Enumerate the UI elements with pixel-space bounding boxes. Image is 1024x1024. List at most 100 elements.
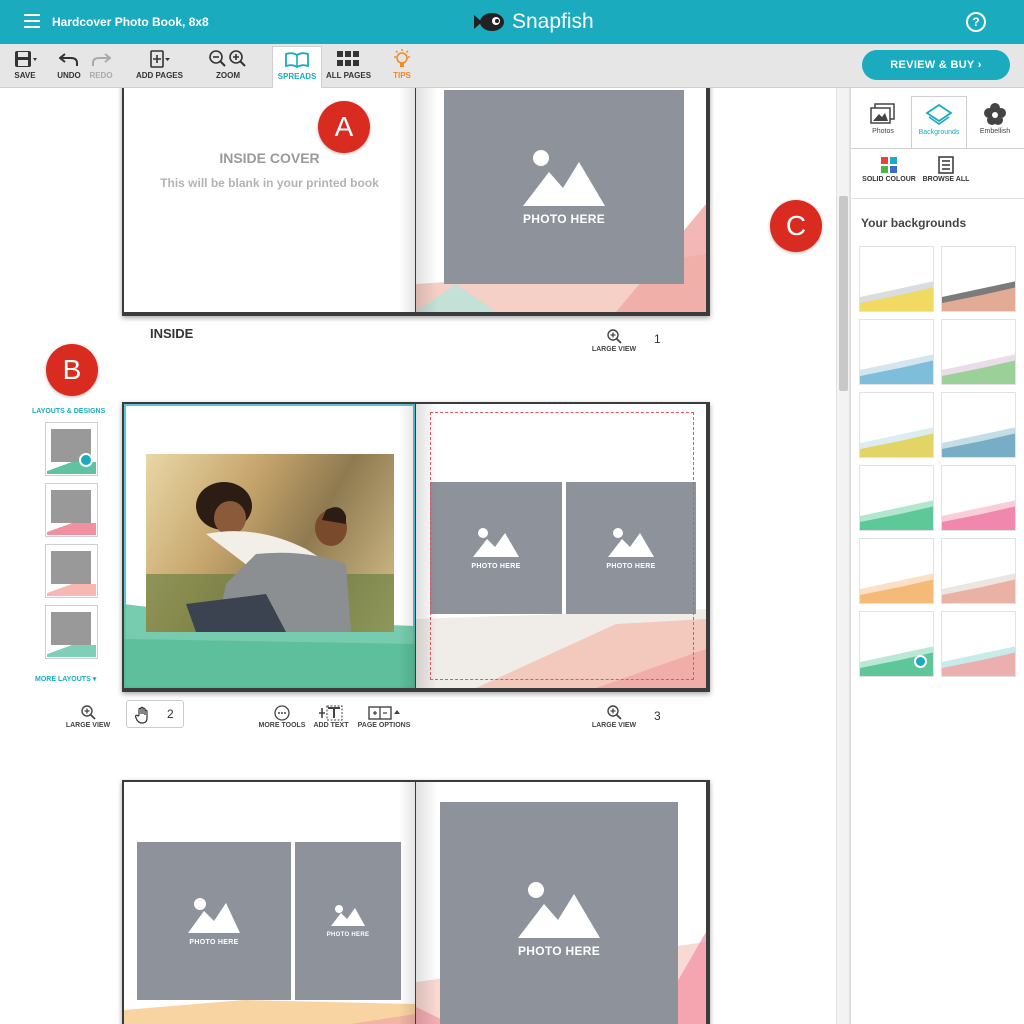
background-option[interactable] bbox=[859, 319, 934, 385]
app-header: Hardcover Photo Book, 8x8 Snapfish ? bbox=[0, 0, 1024, 44]
zoom-in-icon bbox=[607, 329, 622, 344]
hand-drag-icon bbox=[135, 706, 148, 724]
flower-icon bbox=[984, 103, 1006, 125]
add-page-icon bbox=[150, 50, 170, 68]
page-2[interactable] bbox=[124, 404, 415, 688]
spread-pages-2-3[interactable]: PHOTO HERE PHOTO HERE bbox=[122, 402, 710, 692]
zoom-control[interactable]: ZOOM bbox=[204, 48, 252, 80]
zoom-in-icon bbox=[607, 705, 622, 720]
callout-badge-a: A bbox=[318, 101, 370, 153]
solid-colour-button[interactable]: SOLID COLOUR bbox=[859, 154, 919, 183]
undo-icon bbox=[59, 53, 78, 66]
side-panel: Photos Backgrounds Embellish SOLID COLOU… bbox=[850, 88, 1024, 1024]
brand-logo[interactable]: Snapfish bbox=[472, 9, 594, 35]
background-option[interactable] bbox=[859, 611, 934, 677]
add-text-button[interactable]: ADD TEXT bbox=[310, 704, 352, 729]
background-option[interactable] bbox=[859, 538, 934, 604]
background-option[interactable] bbox=[941, 611, 1016, 677]
inside-cover-note: This will be blank in your printed book bbox=[160, 176, 379, 190]
save-button[interactable]: SAVE bbox=[10, 48, 40, 80]
photo-placeholder[interactable]: PHOTO HERE bbox=[440, 802, 678, 1024]
spreads-canvas[interactable]: INSIDE COVER This will be blank in your … bbox=[0, 88, 836, 1024]
callout-badge-c: C bbox=[770, 200, 822, 252]
tips-button[interactable]: TIPS bbox=[388, 48, 416, 80]
menu-icon[interactable] bbox=[24, 14, 40, 28]
your-backgrounds-heading: Your backgrounds bbox=[861, 216, 967, 230]
spread-pages-4-5[interactable]: PHOTO HERE PHOTO HERE PHOTO HERE bbox=[122, 780, 710, 1024]
photos-icon bbox=[870, 103, 895, 124]
zoom-in-icon[interactable] bbox=[228, 50, 248, 68]
photo-content bbox=[146, 482, 394, 632]
large-view-button-right[interactable]: LARGE VIEW bbox=[584, 704, 644, 729]
page-options-icon bbox=[368, 706, 400, 720]
photo-placeholder[interactable]: PHOTO HERE bbox=[137, 842, 291, 1000]
page-1[interactable]: PHOTO HERE bbox=[416, 88, 706, 312]
canvas-scrollbar[interactable] bbox=[836, 88, 850, 1024]
brand-name: Snapfish bbox=[512, 10, 594, 33]
tab-all-pages[interactable]: ALL PAGES bbox=[326, 48, 371, 80]
layout-option-4[interactable] bbox=[45, 605, 98, 659]
tab-spreads[interactable]: SPREADS bbox=[272, 46, 322, 89]
page-2-drag-handle[interactable]: 2 bbox=[126, 700, 184, 728]
backgrounds-diamond-icon bbox=[925, 103, 953, 125]
page-safe-area bbox=[430, 412, 694, 680]
inside-cover-title: INSIDE COVER bbox=[219, 150, 320, 166]
grid-icon bbox=[337, 51, 359, 66]
browse-all-button[interactable]: BROWSE ALL bbox=[921, 154, 971, 183]
photo-placeholder[interactable]: PHOTO HERE bbox=[295, 842, 401, 1000]
more-dots-icon bbox=[274, 705, 290, 721]
undo-button[interactable]: UNDO bbox=[56, 48, 82, 80]
tab-photos[interactable]: Photos bbox=[855, 96, 911, 148]
zoom-out-icon[interactable] bbox=[208, 50, 228, 68]
review-and-buy-button[interactable]: REVIEW & BUY › bbox=[862, 50, 1010, 80]
page-3[interactable]: PHOTO HERE PHOTO HERE bbox=[416, 404, 706, 688]
caret-down-icon: ▾ bbox=[92, 676, 97, 683]
inside-cover-page[interactable]: INSIDE COVER This will be blank in your … bbox=[124, 88, 415, 312]
layouts-and-designs-title: LAYOUTS & DESIGNS bbox=[32, 408, 106, 415]
selected-check-icon bbox=[79, 453, 93, 467]
layout-option-3[interactable] bbox=[45, 544, 98, 598]
spread-inside-cover[interactable]: INSIDE COVER This will be blank in your … bbox=[122, 88, 710, 316]
fish-logo-icon bbox=[474, 13, 504, 31]
more-layouts-link[interactable]: MORE LAYOUTS ▾ bbox=[35, 675, 96, 683]
open-book-icon bbox=[285, 52, 309, 69]
callout-badge-b: B bbox=[46, 344, 98, 396]
background-option[interactable] bbox=[941, 319, 1016, 385]
scrollbar-thumb[interactable] bbox=[839, 196, 848, 391]
background-option[interactable] bbox=[941, 246, 1016, 312]
list-icon bbox=[938, 156, 954, 174]
background-option[interactable] bbox=[859, 392, 934, 458]
large-view-button[interactable]: LARGE VIEW bbox=[584, 328, 644, 353]
page-options-button[interactable]: PAGE OPTIONS bbox=[354, 704, 414, 729]
page-number-1: 1 bbox=[654, 332, 661, 346]
background-option[interactable] bbox=[859, 465, 934, 531]
background-option[interactable] bbox=[859, 246, 934, 312]
help-icon[interactable]: ? bbox=[966, 12, 986, 32]
large-view-button-left[interactable]: LARGE VIEW bbox=[58, 704, 118, 729]
page-5[interactable]: PHOTO HERE bbox=[416, 782, 706, 1024]
image-placeholder-icon bbox=[188, 897, 240, 933]
image-placeholder-icon bbox=[518, 882, 600, 938]
page-number-3: 3 bbox=[654, 709, 661, 723]
tab-backgrounds[interactable]: Backgrounds bbox=[911, 96, 967, 148]
color-swatch-icon bbox=[881, 157, 897, 173]
lightbulb-icon bbox=[394, 49, 410, 67]
background-option[interactable] bbox=[941, 392, 1016, 458]
photo-placeholder[interactable]: PHOTO HERE bbox=[444, 90, 684, 284]
image-placeholder-icon bbox=[523, 150, 605, 206]
add-text-icon bbox=[319, 705, 343, 721]
save-icon bbox=[15, 51, 37, 67]
page-4[interactable]: PHOTO HERE PHOTO HERE bbox=[124, 782, 415, 1024]
layout-option-1[interactable] bbox=[45, 422, 98, 476]
redo-button[interactable]: REDO bbox=[88, 48, 114, 80]
family-photo[interactable] bbox=[146, 454, 394, 632]
layout-option-2[interactable] bbox=[45, 483, 98, 537]
background-option[interactable] bbox=[941, 465, 1016, 531]
add-pages-button[interactable]: ADD PAGES bbox=[136, 48, 183, 80]
tab-embellish[interactable]: Embellish bbox=[967, 96, 1023, 148]
selected-check-icon bbox=[914, 655, 927, 668]
more-tools-button[interactable]: MORE TOOLS bbox=[254, 704, 310, 729]
zoom-in-icon bbox=[81, 705, 96, 720]
background-option[interactable] bbox=[941, 538, 1016, 604]
page-number-2: 2 bbox=[167, 707, 174, 721]
